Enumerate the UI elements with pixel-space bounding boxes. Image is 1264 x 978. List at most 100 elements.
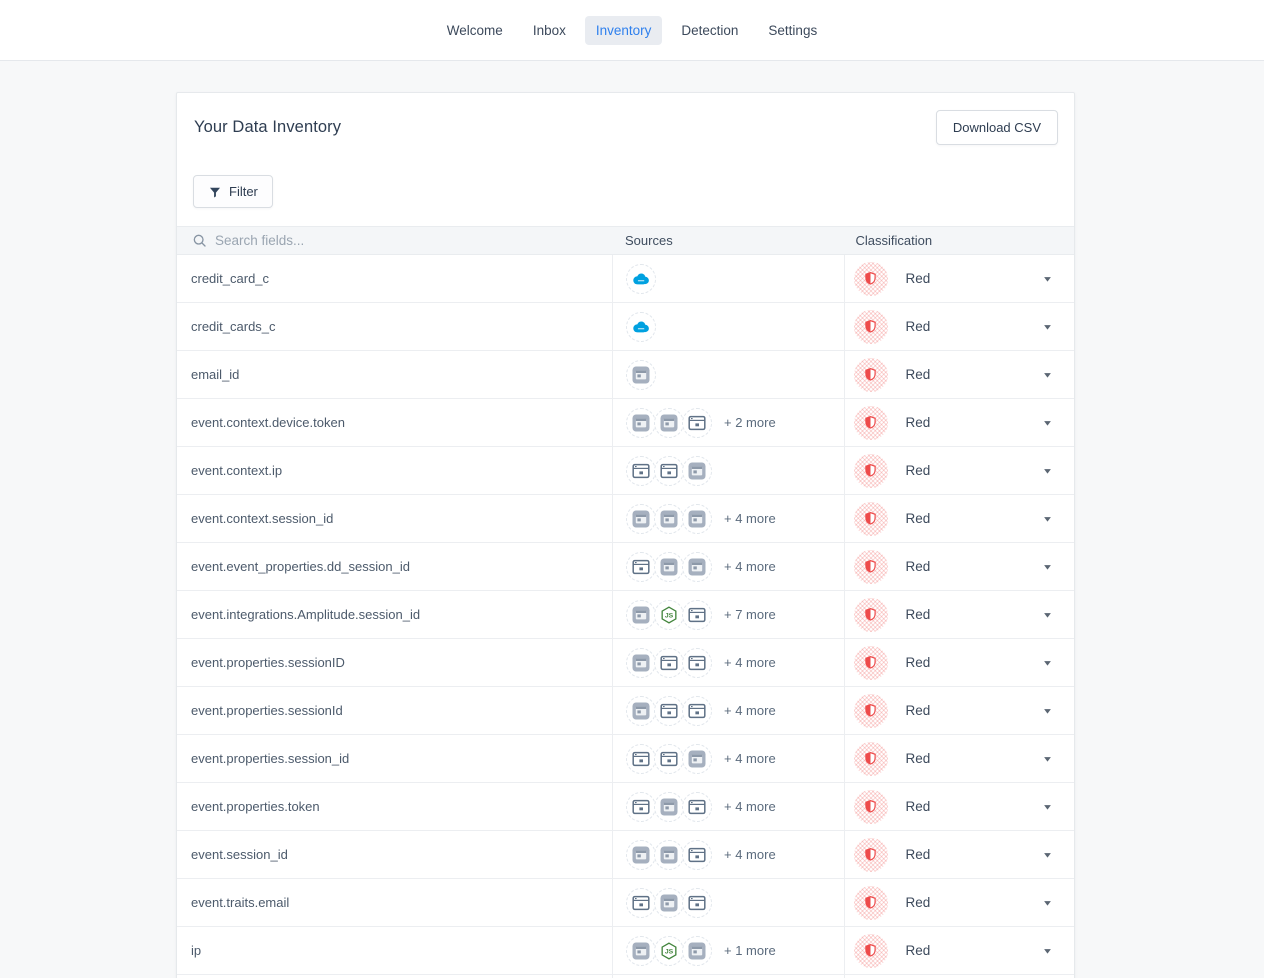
field-name: event.properties.sessionID — [177, 639, 612, 686]
table-row: event.traits.email Red — [177, 879, 1074, 927]
browser-window-outline-icon — [626, 744, 656, 774]
nodejs-icon: JS — [654, 600, 684, 630]
chevron-down-icon — [1043, 370, 1052, 379]
field-name: email_id — [177, 351, 612, 398]
classification-select[interactable]: Red — [844, 783, 1074, 830]
app-window-filled-icon — [626, 696, 656, 726]
field-name: event.context.session_id — [177, 495, 612, 542]
salesforce-cloud-icon — [626, 312, 656, 342]
more-sources-label: + 4 more — [724, 655, 776, 670]
more-sources-label: + 2 more — [724, 415, 776, 430]
classification-select[interactable]: Red — [844, 879, 1074, 926]
nav-item-inventory[interactable]: Inventory — [585, 16, 663, 45]
classification-select[interactable]: Red — [844, 399, 1074, 446]
sources-cell: + 4 more — [612, 687, 844, 734]
classification-select[interactable]: Red — [844, 543, 1074, 590]
classification-shield-icon — [854, 454, 888, 488]
nav-item-inbox[interactable]: Inbox — [522, 16, 577, 45]
more-sources-label: + 7 more — [724, 607, 776, 622]
classification-value: Red — [906, 367, 931, 382]
nav-item-welcome[interactable]: Welcome — [436, 16, 514, 45]
table-row: event.integrations.Amplitude.session_id … — [177, 591, 1074, 639]
chevron-down-icon — [1043, 466, 1052, 475]
chevron-down-icon — [1043, 754, 1052, 763]
sources-cell — [612, 879, 844, 926]
table-row: event.session_id + 4 more Red — [177, 831, 1074, 879]
classification-value: Red — [906, 751, 931, 766]
classification-shield-icon — [854, 646, 888, 680]
chevron-down-icon — [1043, 850, 1052, 859]
svg-text:JS: JS — [665, 612, 674, 619]
classification-select[interactable]: Red — [844, 495, 1074, 542]
download-csv-button[interactable]: Download CSV — [936, 110, 1058, 145]
search-field-container — [177, 227, 612, 254]
field-name: event.properties.sessionId — [177, 687, 612, 734]
browser-window-outline-icon — [654, 456, 684, 486]
classification-value: Red — [906, 271, 931, 286]
classification-value: Red — [906, 319, 931, 334]
browser-window-outline-icon — [682, 648, 712, 678]
classification-shield-icon — [854, 550, 888, 584]
chevron-down-icon — [1043, 706, 1052, 715]
classification-value: Red — [906, 847, 931, 862]
classification-value: Red — [906, 607, 931, 622]
sources-cell: + 4 more — [612, 495, 844, 542]
search-icon — [192, 233, 207, 248]
chevron-down-icon — [1043, 322, 1052, 331]
field-name: event.properties.session_id — [177, 735, 612, 782]
app-window-filled-icon — [626, 408, 656, 438]
more-sources-label: + 4 more — [724, 799, 776, 814]
browser-window-outline-icon — [654, 696, 684, 726]
table-header-row: Sources Classification — [177, 226, 1074, 255]
app-window-filled-icon — [654, 888, 684, 918]
classification-select[interactable]: Red — [844, 831, 1074, 878]
sources-cell — [612, 351, 844, 398]
sources-cell — [612, 447, 844, 494]
classification-select[interactable]: Red — [844, 447, 1074, 494]
classification-value: Red — [906, 943, 931, 958]
browser-window-outline-icon — [682, 408, 712, 438]
classification-select[interactable]: Red — [844, 735, 1074, 782]
nav-item-settings[interactable]: Settings — [757, 16, 828, 45]
browser-window-outline-icon — [682, 696, 712, 726]
browser-window-outline-icon — [626, 456, 656, 486]
more-sources-label: + 4 more — [724, 847, 776, 862]
classification-select[interactable]: Red — [844, 255, 1074, 302]
browser-window-outline-icon — [626, 792, 656, 822]
table-row: event.properties.session_id + 4 more Red — [177, 735, 1074, 783]
sources-cell: + 4 more — [612, 639, 844, 686]
app-window-filled-icon — [626, 648, 656, 678]
browser-window-outline-icon — [682, 888, 712, 918]
classification-shield-icon — [854, 310, 888, 344]
field-name: event.integrations.Amplitude.session_id — [177, 591, 612, 638]
column-header-classification: Classification — [844, 227, 1074, 254]
sources-cell: + 4 more — [612, 735, 844, 782]
table-row: email_id Red — [177, 351, 1074, 399]
table-row: event.context.session_id + 4 more Red — [177, 495, 1074, 543]
search-input[interactable] — [215, 233, 575, 248]
browser-window-outline-icon — [682, 840, 712, 870]
classification-select[interactable]: Red — [844, 687, 1074, 734]
classification-select[interactable]: Red — [844, 639, 1074, 686]
nav-item-detection[interactable]: Detection — [670, 16, 749, 45]
classification-value: Red — [906, 559, 931, 574]
classification-select[interactable]: Red — [844, 303, 1074, 350]
classification-select[interactable]: Red — [844, 351, 1074, 398]
classification-shield-icon — [854, 358, 888, 392]
classification-select[interactable]: Red — [844, 591, 1074, 638]
inventory-table: Sources Classification credit_card_c Red… — [177, 226, 1074, 978]
filter-button[interactable]: Filter — [193, 175, 273, 208]
table-row: ip JS + 1 more Red — [177, 927, 1074, 975]
app-window-filled-icon — [626, 504, 656, 534]
browser-window-outline-icon — [626, 888, 656, 918]
nodejs-icon: JS — [654, 936, 684, 966]
classification-select[interactable]: Red — [844, 927, 1074, 974]
chevron-down-icon — [1043, 802, 1052, 811]
top-navigation: Welcome Inbox Inventory Detection Settin… — [0, 0, 1264, 61]
table-row: event.context.ip Red — [177, 447, 1074, 495]
more-sources-label: + 1 more — [724, 943, 776, 958]
table-row: event.properties.token + 4 more Red — [177, 783, 1074, 831]
classification-value: Red — [906, 655, 931, 670]
classification-shield-icon — [854, 886, 888, 920]
app-window-filled-icon — [682, 936, 712, 966]
